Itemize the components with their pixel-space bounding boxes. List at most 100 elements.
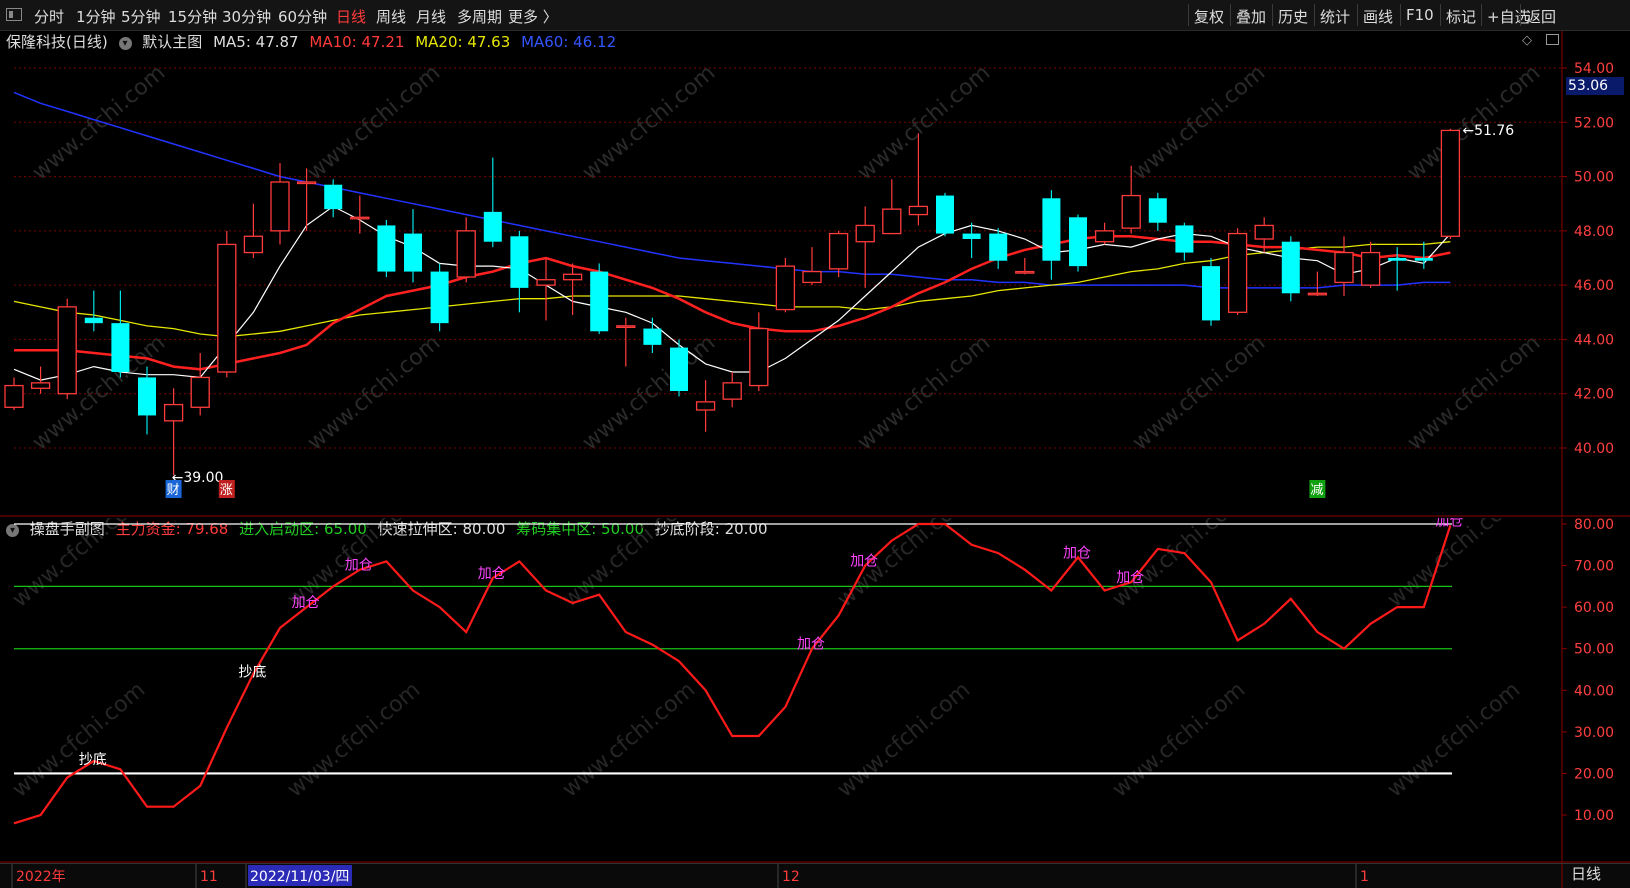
tool-button-7[interactable]: +自选 <box>1487 6 1530 27</box>
candle-body[interactable] <box>936 195 954 234</box>
candle-body[interactable] <box>1094 230 1115 243</box>
candle-body[interactable] <box>296 181 317 185</box>
candle-body[interactable] <box>30 382 51 389</box>
y-tick-label: 60.00 <box>1574 600 1614 616</box>
candle-body[interactable] <box>217 243 237 373</box>
candle-body[interactable] <box>377 225 396 272</box>
tool-button-5[interactable]: F10 <box>1406 6 1434 24</box>
period-tab-3[interactable]: 15分钟 <box>168 6 217 27</box>
candle-body[interactable] <box>350 216 370 220</box>
candle-body[interactable] <box>1334 251 1354 284</box>
candle-body[interactable] <box>1281 241 1300 294</box>
candle-body[interactable] <box>1148 198 1167 223</box>
candle-body[interactable] <box>1440 129 1461 237</box>
watermark-text: www.cfchi.com <box>853 330 995 455</box>
candle-body[interactable] <box>404 233 422 272</box>
candle-body[interactable] <box>1175 225 1194 253</box>
candle-body[interactable] <box>562 273 583 281</box>
tool-button-8[interactable]: 返回 <box>1526 6 1556 27</box>
candle-body[interactable] <box>536 279 556 286</box>
candle-body[interactable] <box>722 382 742 400</box>
candle-body[interactable] <box>908 205 929 216</box>
window-layout-icon[interactable] <box>6 8 22 21</box>
candle-body[interactable] <box>695 401 716 411</box>
candle-body[interactable] <box>324 184 343 210</box>
candle-body[interactable] <box>616 325 636 329</box>
candle-body[interactable] <box>1388 258 1407 261</box>
candle-body[interactable] <box>670 347 688 391</box>
signal-label: 加仓 <box>850 554 878 570</box>
candle-body[interactable] <box>828 232 849 270</box>
candle-body[interactable] <box>111 323 130 372</box>
indicator-chart[interactable]: www.cfchi.com www.cfchi.com www.cfchi.com w… <box>0 518 1630 863</box>
y-tick-label: 44.00 <box>1574 332 1614 348</box>
period-tab-9[interactable]: 多周期 <box>457 6 502 27</box>
watermark-text: www.cfchi.com <box>833 677 975 802</box>
candle-body[interactable] <box>855 224 875 243</box>
watermark-text: www.cfchi.com <box>853 60 995 185</box>
candle-body[interactable] <box>84 317 103 324</box>
tool-button-0[interactable]: 复权 <box>1194 6 1224 27</box>
period-tab-1[interactable]: 1分钟 <box>76 6 116 27</box>
tool-button-6[interactable]: 标记 <box>1446 6 1476 27</box>
watermark-text: www.cfchi.com <box>1128 330 1270 455</box>
tool-button-4[interactable]: 画线 <box>1363 6 1393 27</box>
period-tab-6[interactable]: 日线 <box>336 6 366 27</box>
candle-body[interactable] <box>802 270 822 284</box>
candle-body[interactable] <box>775 265 796 311</box>
candle-body[interactable] <box>1015 270 1035 274</box>
candle-body[interactable] <box>1414 258 1433 261</box>
candle-body[interactable] <box>4 384 24 408</box>
sub-chart-panel[interactable]: ▾ 操盘手副图 主力资金: 79.68 进入启动区: 65.00 快速拉伸区: … <box>0 518 1630 863</box>
candle-body[interactable] <box>962 233 981 239</box>
period-tab-7[interactable]: 周线 <box>376 6 406 27</box>
candle-body[interactable] <box>190 376 210 408</box>
candle-body[interactable] <box>1121 194 1141 229</box>
candle-body[interactable] <box>456 230 476 278</box>
date-axis: 2022年 11 2022/11/03/四 12 1 <box>0 863 1630 888</box>
candle-body[interactable] <box>1042 198 1061 261</box>
candle-body[interactable] <box>270 181 290 232</box>
candle-body[interactable] <box>989 233 1008 261</box>
toolbar-divider <box>1357 4 1358 26</box>
period-tab-2[interactable]: 5分钟 <box>121 6 161 27</box>
candle-body[interactable] <box>1254 224 1274 240</box>
candle-body[interactable] <box>1202 266 1220 321</box>
tool-button-1[interactable]: 叠加 <box>1236 6 1266 27</box>
candle-body[interactable] <box>1227 232 1248 313</box>
candle-body[interactable] <box>1360 251 1381 286</box>
candle-body[interactable] <box>483 211 502 242</box>
candle-body[interactable] <box>1069 217 1087 267</box>
main-chart-panel[interactable]: 保隆科技(日线) ▾ 默认主图 MA5: 47.87 MA10: 47.21 M… <box>0 31 1630 517</box>
candle-body[interactable] <box>749 327 769 387</box>
date-label: 2022年 <box>16 869 66 885</box>
candle-body[interactable] <box>590 271 609 332</box>
signal-label: 加仓 <box>797 637 825 653</box>
event-marker[interactable]: 涨 <box>220 483 233 498</box>
watermark-text: www.cfchi.com <box>578 330 720 455</box>
tool-button-2[interactable]: 历史 <box>1278 6 1308 27</box>
high-price-label: ←51.76 <box>1462 123 1514 139</box>
event-marker[interactable]: 财 <box>167 483 180 498</box>
tool-button-3[interactable]: 统计 <box>1320 6 1350 27</box>
period-switch-button[interactable]: 日线 <box>1556 862 1616 886</box>
candle-body[interactable] <box>57 306 77 395</box>
candle-body[interactable] <box>430 271 449 324</box>
candle-body[interactable] <box>243 235 264 254</box>
event-marker[interactable]: 减 <box>1310 483 1323 498</box>
period-tab-4[interactable]: 30分钟 <box>222 6 271 27</box>
watermark-text: www.cfchi.com <box>558 518 700 613</box>
period-tab-0[interactable]: 分时 <box>34 6 64 27</box>
candle-body[interactable] <box>163 403 184 422</box>
candle-body[interactable] <box>1307 292 1328 296</box>
candlestick-chart[interactable]: www.cfchi.com www.cfchi.com www.cfchi.com w… <box>0 31 1630 517</box>
candle-body[interactable] <box>510 236 529 288</box>
y-tick-label: 30.00 <box>1574 725 1614 741</box>
candle-body[interactable] <box>643 328 662 345</box>
period-tab-5[interactable]: 60分钟 <box>278 6 327 27</box>
candle-body[interactable] <box>138 377 156 416</box>
period-tab-10[interactable]: 更多 〉 <box>508 6 558 27</box>
watermark-text: www.cfchi.com <box>28 60 170 185</box>
period-tab-8[interactable]: 月线 <box>416 6 446 27</box>
candle-body[interactable] <box>882 208 902 235</box>
